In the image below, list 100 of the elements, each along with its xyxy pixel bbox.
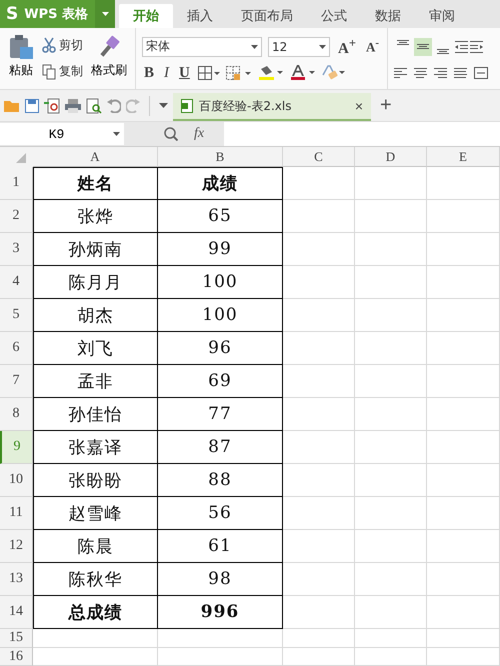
zoom-icon[interactable]: [164, 127, 178, 141]
row-header[interactable]: 8: [0, 398, 33, 431]
row-header[interactable]: 7: [0, 365, 33, 398]
app-name: WPS 表格: [24, 6, 88, 23]
table-cell: 成绩: [158, 167, 283, 200]
close-tab-button[interactable]: ×: [354, 98, 363, 114]
fill-grid-icon[interactable]: [226, 66, 252, 80]
table-cell: 张盼盼: [33, 464, 158, 497]
export-icon[interactable]: [44, 98, 60, 114]
font-size-field[interactable]: 12: [268, 36, 330, 56]
ribbon-tab[interactable]: 公式: [307, 4, 361, 28]
row-header[interactable]: 13: [0, 563, 33, 596]
font-name-field[interactable]: 宋体: [142, 36, 262, 56]
fill-color-icon[interactable]: [258, 65, 284, 81]
formula-input[interactable]: [224, 122, 500, 146]
table-cell: 77: [158, 398, 283, 431]
insert-function-button[interactable]: fx: [188, 125, 210, 143]
column-header[interactable]: C: [283, 147, 355, 167]
clipboard-icon: [8, 34, 34, 60]
app-menu-button[interactable]: [95, 0, 115, 28]
row-header[interactable]: 11: [0, 497, 33, 530]
table-cell: 996: [158, 596, 283, 629]
column-header[interactable]: E: [427, 147, 500, 167]
justify-icon[interactable]: [454, 67, 467, 80]
printer-icon[interactable]: [65, 98, 81, 112]
align-icon: [396, 40, 409, 45]
ribbon-tab[interactable]: 插入: [173, 4, 227, 28]
table-cell: 姓名: [33, 167, 158, 200]
align-button[interactable]: [414, 38, 432, 56]
grow-font-button[interactable]: A$^{+}$: [336, 36, 358, 58]
copy-button[interactable]: 复制: [40, 62, 85, 82]
font-color-icon[interactable]: [290, 65, 316, 81]
align-center-icon[interactable]: [414, 67, 427, 80]
table-cell: 赵雪峰: [33, 497, 158, 530]
table-cell: 孙佳怡: [33, 398, 158, 431]
table-cell: 56: [158, 497, 283, 530]
indent-icon[interactable]: [454, 40, 468, 53]
ribbon-tab[interactable]: 页面布局: [227, 4, 307, 28]
table-cell: 61: [158, 530, 283, 563]
document-tab[interactable]: 百度经验-表2.xls ×: [173, 93, 371, 121]
document-title: 百度经验-表2.xls: [199, 98, 292, 114]
row-header[interactable]: 1: [0, 167, 33, 200]
merge-cells-icon[interactable]: [474, 67, 488, 80]
underline-button[interactable]: U: [177, 64, 192, 82]
table-cell: 陈晨: [33, 530, 158, 563]
caret-icon: [319, 44, 326, 48]
table-cell: 孟非: [33, 365, 158, 398]
scissors-icon: [42, 37, 56, 54]
row-header[interactable]: 6: [0, 332, 33, 365]
table-cell: 刘飞: [33, 332, 158, 365]
table-cell: 总成绩: [33, 596, 158, 629]
spreadsheet-file-icon: [181, 99, 193, 113]
caret-icon: [102, 12, 108, 16]
table-cell: 100: [158, 299, 283, 332]
paste-button[interactable]: 粘贴: [6, 32, 36, 85]
name-box[interactable]: K9: [0, 123, 124, 145]
save-icon[interactable]: [25, 98, 39, 112]
row-header[interactable]: 9: [0, 431, 33, 464]
row-header[interactable]: 5: [0, 299, 33, 332]
align-icon: [416, 44, 429, 50]
outdent-icon[interactable]: [470, 40, 484, 53]
column-header[interactable]: B: [158, 147, 283, 167]
new-tab-button[interactable]: +: [376, 94, 396, 117]
row-header[interactable]: 3: [0, 233, 33, 266]
caret-icon: [251, 44, 258, 48]
ribbon-tab[interactable]: 开始: [119, 4, 173, 28]
row-header[interactable]: 16: [0, 648, 33, 666]
column-header[interactable]: D: [355, 147, 427, 167]
borders-icon[interactable]: [198, 66, 220, 80]
row-header[interactable]: 2: [0, 200, 33, 233]
ribbon-tab[interactable]: 数据: [361, 4, 415, 28]
table-cell: 张嘉译: [33, 431, 158, 464]
column-header[interactable]: A: [33, 147, 158, 167]
table-cell: 98: [158, 563, 283, 596]
ribbon-tab[interactable]: 审阅: [415, 4, 469, 28]
table-cell: 张烨: [33, 200, 158, 233]
print-preview-icon[interactable]: [86, 98, 102, 114]
table-cell: 陈秋华: [33, 563, 158, 596]
table-cell: 100: [158, 266, 283, 299]
bold-button[interactable]: B: [142, 64, 156, 82]
caret-icon[interactable]: [159, 103, 168, 108]
row-header[interactable]: 4: [0, 266, 33, 299]
row-header[interactable]: 12: [0, 530, 33, 563]
table-cell: 87: [158, 431, 283, 464]
table-cell: 陈月月: [33, 266, 158, 299]
logo-mark: S: [6, 4, 18, 24]
row-header[interactable]: 14: [0, 596, 33, 629]
table-cell: 99: [158, 233, 283, 266]
row-header[interactable]: 10: [0, 464, 33, 497]
row-header[interactable]: 15: [0, 629, 33, 648]
table-cell: 65: [158, 200, 283, 233]
shrink-font-button[interactable]: A$^{-}$: [364, 37, 381, 56]
align-left-icon[interactable]: [394, 67, 407, 80]
align-right-icon[interactable]: [434, 67, 447, 80]
format-painter-button[interactable]: 格式刷: [89, 32, 129, 85]
italic-button[interactable]: I: [162, 64, 172, 82]
table-cell: 孙炳南: [33, 233, 158, 266]
cut-button[interactable]: 剪切: [40, 36, 85, 55]
copy-icon: [42, 64, 56, 80]
caret-icon: [113, 132, 120, 136]
